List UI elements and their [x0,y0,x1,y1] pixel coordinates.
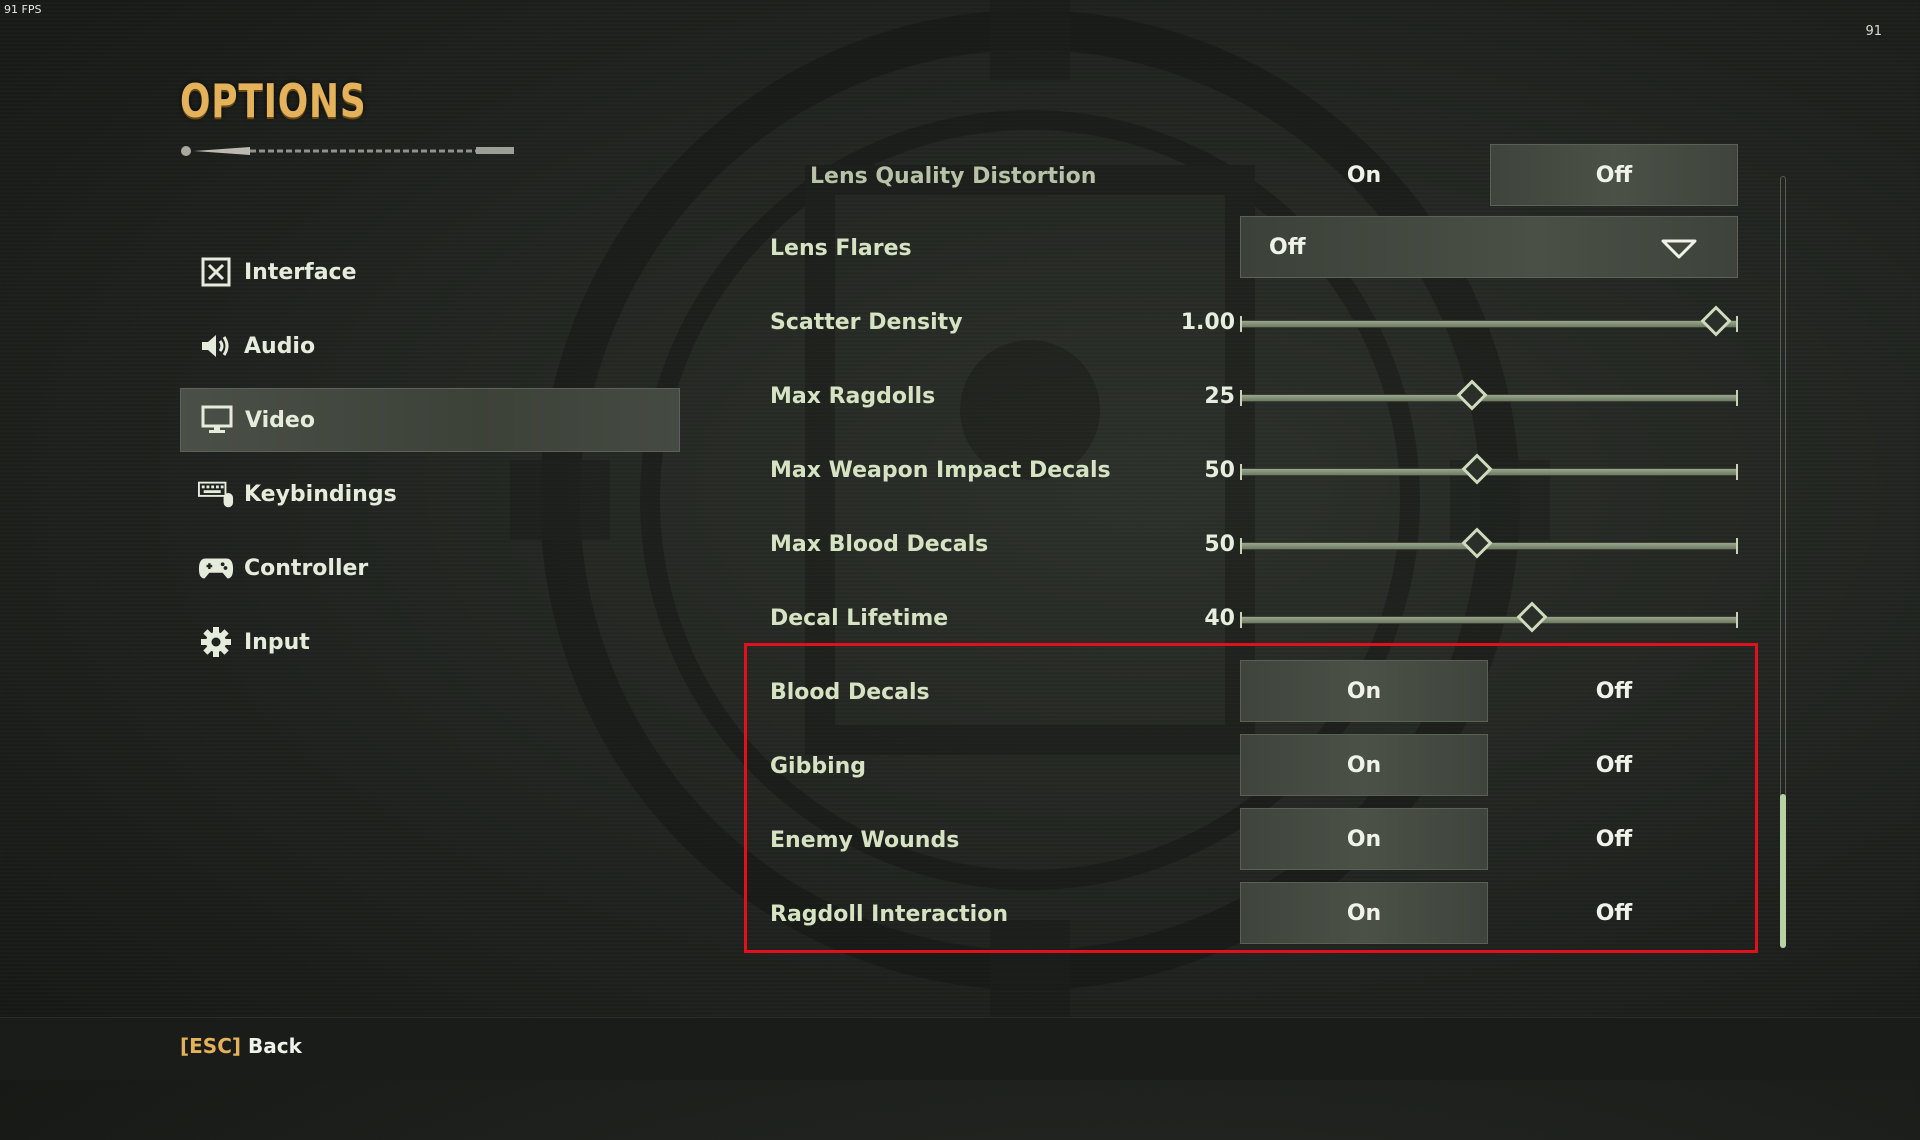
speaker-icon [198,328,234,364]
slider-value: 50 [1204,458,1235,483]
setting-label: Lens Flares [770,236,912,261]
page-title: OPTIONS [180,74,367,128]
slider-knob[interactable] [1516,601,1548,633]
sidebar-item-video[interactable]: Video [180,388,680,452]
slider-knob[interactable] [1461,453,1493,485]
lens-flares-dropdown[interactable]: Off [1240,216,1738,278]
keyboard-mouse-icon [198,476,234,512]
setting-max-weapon-impact-decals: Max Weapon Impact Decals 50 [745,438,1745,502]
options-sidebar: Interface Audio Video Keybindings Contro… [180,240,680,684]
back-button[interactable]: [ESC] Back [180,1034,302,1058]
slider-value: 50 [1204,532,1235,557]
gear-icon [198,624,234,660]
setting-lens-flares: Lens Flares Off [745,216,1745,280]
esc-key-hint: [ESC] [180,1034,242,1058]
setting-label: Max Blood Decals [770,532,989,557]
fps-counter: 91 FPS [4,3,42,16]
slider-knob[interactable] [1700,305,1732,337]
frame-counter: 91 [1865,24,1882,39]
setting-max-ragdolls: Max Ragdolls 25 [745,364,1745,428]
setting-lens-quality-distortion: Lens Quality Distortion On Off [745,144,1745,208]
sidebar-item-label: Audio [244,333,316,359]
sidebar-item-label: Video [245,407,315,433]
interface-icon [198,254,234,290]
slider-value: 1.00 [1180,310,1235,335]
setting-label: Max Weapon Impact Decals [770,458,1111,483]
slider-track[interactable] [1240,527,1738,559]
slider-value: 40 [1204,606,1235,631]
sidebar-item-input[interactable]: Input [180,610,680,674]
sidebar-item-label: Input [244,629,310,655]
slider-track[interactable] [1240,601,1738,633]
sidebar-item-label: Keybindings [244,481,397,507]
chevron-down-icon [1661,239,1697,259]
sidebar-item-label: Interface [244,259,357,285]
title-divider-ornament [181,146,514,156]
toggle-off-button[interactable]: Off [1490,144,1738,206]
slider-knob[interactable] [1456,379,1488,411]
setting-label: Decal Lifetime [770,606,949,631]
sidebar-item-label: Controller [244,555,369,581]
slider-track[interactable] [1240,379,1738,411]
toggle-on-button[interactable]: On [1240,144,1488,206]
sidebar-item-controller[interactable]: Controller [180,536,680,600]
dropdown-value: Off [1269,234,1306,260]
sidebar-item-interface[interactable]: Interface [180,240,680,304]
sidebar-item-audio[interactable]: Audio [180,314,680,378]
setting-label: Lens Quality Distortion [810,164,1097,189]
footer-bar: [ESC] Back [0,1017,1920,1080]
setting-decal-lifetime: Decal Lifetime 40 [745,586,1745,650]
slider-track[interactable] [1240,453,1738,485]
back-label: Back [248,1034,302,1058]
monitor-icon [199,402,235,438]
setting-label: Max Ragdolls [770,384,936,409]
highlight-box [744,643,1758,953]
slider-track[interactable] [1240,305,1738,337]
scrollbar-thumb[interactable] [1780,794,1786,948]
sidebar-item-keybindings[interactable]: Keybindings [180,462,680,526]
gamepad-icon [198,550,234,586]
setting-scatter-density: Scatter Density 1.00 [745,290,1745,354]
setting-label: Scatter Density [770,310,963,335]
slider-value: 25 [1204,384,1235,409]
setting-max-blood-decals: Max Blood Decals 50 [745,512,1745,576]
slider-knob[interactable] [1461,527,1493,559]
